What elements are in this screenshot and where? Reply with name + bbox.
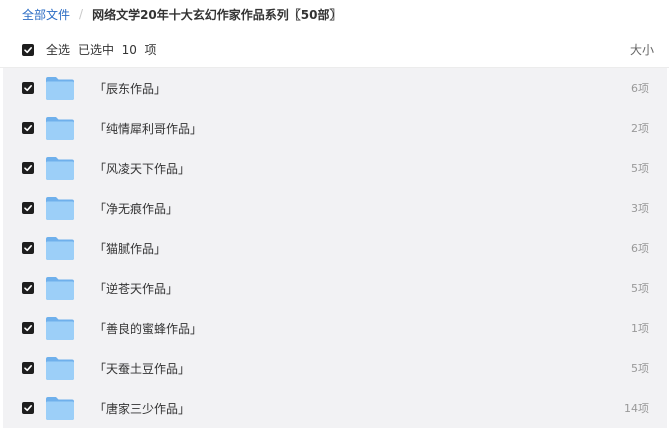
file-list: 「辰东作品」 6项 「纯情犀利哥作品」 2项 「风凌天下作品」 5项 「净无痕作品」 3项 「猫…: [3, 68, 667, 428]
file-row[interactable]: 「善良的蜜蜂作品」 1项: [3, 308, 667, 348]
file-size: 6项: [631, 242, 649, 255]
selected-count-label: 已选中 10 项: [78, 43, 157, 57]
row-checkbox-icon[interactable]: [22, 402, 34, 414]
folder-icon: [46, 157, 74, 180]
row-checkbox-icon[interactable]: [22, 242, 34, 254]
folder-icon: [46, 77, 74, 100]
file-name[interactable]: 「纯情犀利哥作品」: [94, 120, 202, 137]
file-name[interactable]: 「猫腻作品」: [94, 240, 166, 257]
row-checkbox-icon[interactable]: [22, 162, 34, 174]
file-size: 2项: [631, 122, 649, 135]
file-row[interactable]: 「净无痕作品」 3项: [3, 188, 667, 228]
folder-icon: [46, 117, 74, 140]
file-row[interactable]: 「风凌天下作品」 5项: [3, 148, 667, 188]
breadcrumb-root-link[interactable]: 全部文件: [22, 6, 70, 23]
row-checkbox-icon[interactable]: [22, 322, 34, 334]
folder-icon: [46, 197, 74, 220]
file-name[interactable]: 「风凌天下作品」: [94, 160, 190, 177]
file-name[interactable]: 「唐家三少作品」: [94, 400, 190, 417]
file-name[interactable]: 「净无痕作品」: [94, 200, 178, 217]
row-checkbox-icon[interactable]: [22, 122, 34, 134]
file-size: 3项: [631, 202, 649, 215]
size-column-header[interactable]: 大小: [630, 41, 654, 58]
select-all-label[interactable]: 全选: [46, 41, 70, 58]
row-checkbox-icon[interactable]: [22, 82, 34, 94]
file-row[interactable]: 「纯情犀利哥作品」 2项: [3, 108, 667, 148]
folder-icon: [46, 397, 74, 420]
select-all-checkbox-icon[interactable]: [22, 43, 34, 56]
file-row[interactable]: 「辰东作品」 6项: [3, 68, 667, 108]
breadcrumb: 全部文件 / 网络文学20年十大玄幻作家作品系列〖50部〗: [0, 0, 669, 28]
file-row[interactable]: 「天蚕土豆作品」 5项: [3, 348, 667, 388]
file-size: 1项: [631, 322, 649, 335]
file-size: 5项: [631, 282, 649, 295]
row-checkbox-icon[interactable]: [22, 362, 34, 374]
folder-icon: [46, 277, 74, 300]
file-name[interactable]: 「善良的蜜蜂作品」: [94, 320, 202, 337]
file-row[interactable]: 「唐家三少作品」 14项: [3, 388, 667, 428]
file-name[interactable]: 「辰东作品」: [94, 80, 166, 97]
row-checkbox-icon[interactable]: [22, 202, 34, 214]
file-name[interactable]: 「逆苍天作品」: [94, 280, 178, 297]
file-size: 6项: [631, 82, 649, 95]
folder-icon: [46, 237, 74, 260]
folder-icon: [46, 317, 74, 340]
file-row[interactable]: 「猫腻作品」 6项: [3, 228, 667, 268]
file-size: 5项: [631, 362, 649, 375]
row-checkbox-icon[interactable]: [22, 282, 34, 294]
folder-icon: [46, 357, 74, 380]
breadcrumb-separator: /: [79, 7, 84, 21]
list-header: 全选 已选中 10 项 大小: [0, 32, 669, 68]
breadcrumb-current-folder: 网络文学20年十大玄幻作家作品系列〖50部〗: [92, 7, 342, 22]
file-row[interactable]: 「逆苍天作品」 5项: [3, 268, 667, 308]
file-size: 5项: [631, 162, 649, 175]
file-name[interactable]: 「天蚕土豆作品」: [94, 360, 190, 377]
file-size: 14项: [624, 402, 649, 415]
